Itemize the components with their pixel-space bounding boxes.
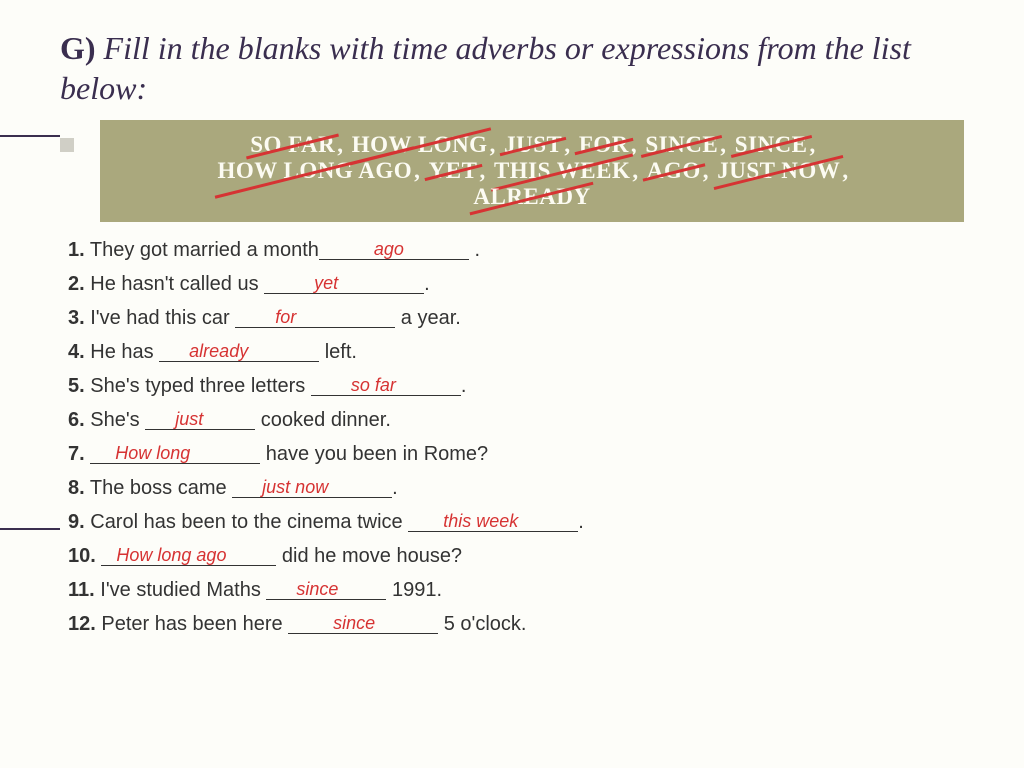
item-number: 7.	[68, 443, 85, 465]
item-text: have you been in Rome?	[260, 443, 488, 465]
list-item: 3. I've had this car for a year.	[68, 308, 964, 328]
blank: just now	[232, 478, 392, 498]
answer: so far	[351, 376, 396, 394]
item-text: 5 o'clock.	[438, 613, 526, 635]
answer: just now	[262, 478, 328, 496]
answer: already	[189, 342, 248, 360]
item-text: left.	[319, 341, 357, 363]
item-number: 2.	[68, 273, 85, 295]
answer: How long ago	[116, 546, 226, 564]
bank-word: THIS WEEK	[492, 158, 632, 184]
title-text: Fill in the blanks with time adverbs or …	[60, 30, 911, 106]
item-text: She's	[85, 409, 146, 431]
blank: How long ago	[101, 546, 276, 566]
list-item: 7. How long have you been in Rome?	[68, 444, 964, 464]
item-text: I've had this car	[85, 307, 236, 329]
item-text: did he move house?	[276, 545, 462, 567]
word-bank: SO FAR, HOW LONG, JUST, FOR, SINCE, SINC…	[100, 120, 964, 222]
item-number: 12.	[68, 613, 96, 635]
item-text: a year.	[395, 307, 461, 329]
bank-word: HOW LONG	[350, 132, 490, 158]
bank-word: SINCE	[643, 132, 720, 158]
list-item: 2. He hasn't called us yet.	[68, 274, 964, 294]
item-number: 6.	[68, 409, 85, 431]
blank: for	[235, 308, 395, 328]
bank-word: SINCE	[733, 132, 810, 158]
answer: since	[333, 614, 375, 632]
slide: G) Fill in the blanks with time adverbs …	[0, 0, 1024, 668]
answer: ago	[374, 240, 404, 258]
item-number: 4.	[68, 341, 85, 363]
blank: since	[288, 614, 438, 634]
list-item: 8. The boss came just now.	[68, 478, 964, 498]
list-item: 12. Peter has been here since 5 o'clock.	[68, 614, 964, 634]
list-item: 1. They got married a month ago .	[68, 240, 964, 260]
list-item: 5. She's typed three letters so far.	[68, 376, 964, 396]
list-item: 9. Carol has been to the cinema twice th…	[68, 512, 964, 532]
bank-word: JUST NOW	[715, 158, 842, 184]
blank: ago	[319, 240, 469, 260]
item-text: She's typed three letters	[85, 375, 311, 397]
item-text: He hasn't called us	[85, 273, 264, 295]
item-text: .	[392, 477, 398, 499]
answer: this week	[443, 512, 518, 530]
item-number: 3.	[68, 307, 85, 329]
item-text: .	[424, 273, 430, 295]
item-text: .	[469, 239, 480, 261]
list-item: 6. She's just cooked dinner.	[68, 410, 964, 430]
item-text: cooked dinner.	[255, 409, 391, 431]
item-number: 5.	[68, 375, 85, 397]
item-text: .	[578, 511, 584, 533]
bank-word: FOR	[577, 132, 631, 158]
blank: yet	[264, 274, 424, 294]
list-item: 11. I've studied Maths since 1991.	[68, 580, 964, 600]
blank: since	[266, 580, 386, 600]
title-prefix: G)	[60, 30, 96, 66]
answer: How long	[115, 444, 190, 462]
blank: so far	[311, 376, 461, 396]
answer: since	[296, 580, 338, 598]
bank-word: HOW LONG AGO	[215, 158, 414, 184]
bank-word: SO FAR	[248, 132, 337, 158]
answer: yet	[314, 274, 338, 292]
item-text: .	[461, 375, 467, 397]
item-text: Peter has been here	[96, 613, 288, 635]
item-number: 1.	[68, 239, 85, 261]
item-text: Carol has been to the cinema twice	[85, 511, 409, 533]
item-text: I've studied Maths	[95, 579, 267, 601]
bank-word: AGO	[645, 158, 703, 184]
decorative-line	[0, 528, 60, 530]
item-number: 8.	[68, 477, 85, 499]
item-text: They got married a month	[85, 239, 319, 261]
item-number: 9.	[68, 511, 85, 533]
item-number: 11.	[68, 579, 95, 601]
item-text: He has	[85, 341, 159, 363]
bank-word: YET	[427, 158, 480, 184]
bank-word: ALREADY	[471, 184, 592, 210]
list-item: 4. He has already left.	[68, 342, 964, 362]
blank: How long	[90, 444, 260, 464]
blank: this week	[408, 512, 578, 532]
blank: just	[145, 410, 255, 430]
answer: just	[175, 410, 203, 428]
slide-title: G) Fill in the blanks with time adverbs …	[60, 28, 964, 108]
bullet-icon	[60, 138, 74, 152]
list-item: 10. How long ago did he move house?	[68, 546, 964, 566]
bank-word: JUST	[502, 132, 564, 158]
exercise-list: 1. They got married a month ago . 2. He h…	[60, 240, 964, 634]
title-underline	[0, 135, 60, 137]
item-text: 1991.	[386, 579, 442, 601]
item-number: 10.	[68, 545, 96, 567]
blank: already	[159, 342, 319, 362]
item-text: The boss came	[85, 477, 232, 499]
answer: for	[275, 308, 296, 326]
